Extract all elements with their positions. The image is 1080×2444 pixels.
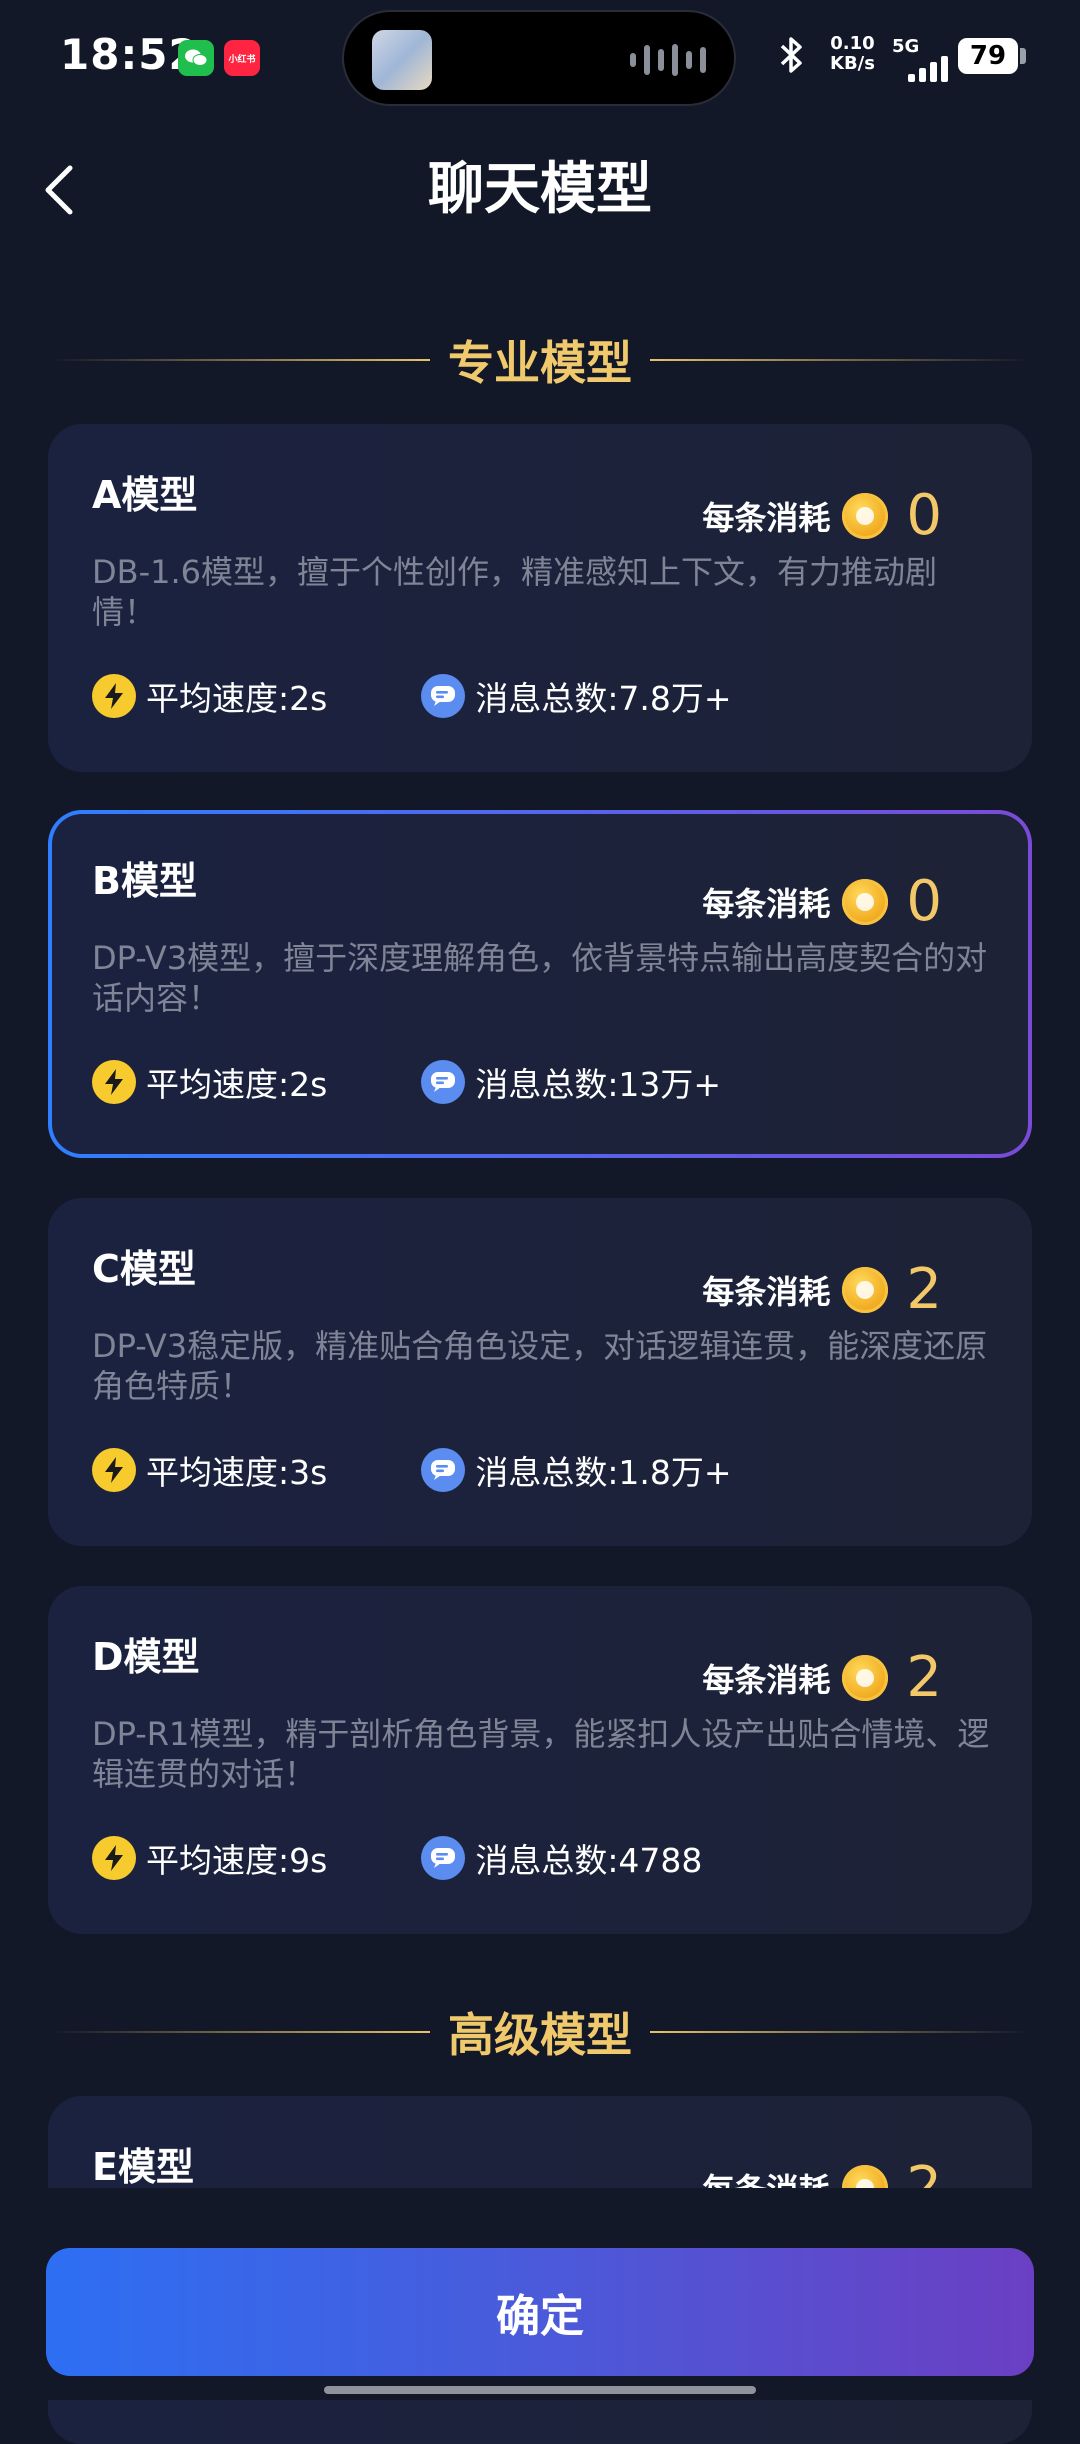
divider-line [50,359,430,361]
model-description: DP-V3模型，擅于深度理解角色，依背景特点输出高度契合的对话内容！ [92,939,988,1017]
model-card-a[interactable]: A模型 每条消耗 0 DB-1.6模型，擅于个性创作，精准感知上下文，有力推动剧… [48,424,1032,772]
model-name: A模型 [92,473,198,517]
status-bar: 18:52 小红书 0.10 KB/s 5G 79 [0,0,1080,120]
speed-stat: 平均速度:2s [92,672,327,720]
cost-info: 每条消耗 0 [702,874,942,930]
message-icon [421,674,466,718]
model-card-b[interactable]: B模型 每条消耗 0 DP-V3模型，擅于深度理解角色，依背景特点输出高度契合的… [48,810,1032,1158]
model-stats: 平均速度:2s 消息总数:7.8万+ [92,672,732,720]
audio-wave-icon [630,40,706,80]
dynamic-island[interactable] [342,10,736,106]
coin-icon [842,1655,889,1701]
model-card-c[interactable]: C模型 每条消耗 2 DP-V3稳定版，精准贴合角色设定，对话逻辑连贯，能深度还… [48,1198,1032,1546]
message-icon [421,1448,466,1492]
message-count-stat: 消息总数:13万+ [421,1058,721,1106]
message-count-stat: 消息总数:1.8万+ [421,1446,732,1494]
battery-tip [1020,48,1026,64]
section-header-advanced: 高级模型 [50,1992,1030,2072]
section-title: 专业模型 [448,336,632,390]
bluetooth-icon [778,36,806,83]
lightning-icon [92,1448,136,1492]
message-icon [421,1060,466,1104]
divider-line [50,2031,430,2033]
speed-label: 平均速度:2s [146,679,328,718]
cost-label: 每条消耗 [702,885,831,923]
model-stats: 平均速度:9s 消息总数:4788 [92,1834,702,1882]
coin-icon [842,1267,889,1313]
speed-stat: 平均速度:9s [92,1834,327,1882]
model-description: DB-1.6模型，擅于个性创作，精准感知上下文，有力推动剧情！ [92,553,938,631]
now-playing-thumbnail [372,30,432,90]
message-count-label: 消息总数:4788 [475,1841,703,1880]
model-stats: 平均速度:2s 消息总数:13万+ [92,1058,721,1106]
xiaohongshu-icon: 小红书 [224,40,260,76]
confirm-button[interactable]: 确定 [46,2248,1034,2376]
model-name: C模型 [92,1247,196,1291]
message-count-label: 消息总数:1.8万+ [475,1453,732,1492]
message-count-stat: 消息总数:4788 [421,1834,702,1882]
home-indicator[interactable] [324,2386,756,2394]
wechat-icon [178,40,214,76]
coin-icon [842,493,889,539]
speed-label: 平均速度:9s [146,1841,328,1880]
network-speed-value: 0.10 [830,33,875,54]
speed-stat: 平均速度:3s [92,1446,327,1494]
lightning-icon [92,1836,136,1880]
lightning-icon [92,674,136,718]
cost-value: 0 [906,869,942,934]
cost-label: 每条消耗 [702,1273,831,1311]
signal-icon [908,50,948,82]
model-name: B模型 [92,859,197,903]
cost-value: 2 [906,1257,942,1322]
speed-stat: 平均速度:2s [92,1058,327,1106]
lightning-icon [92,1060,136,1104]
divider-line [650,359,1030,361]
model-name: E模型 [92,2145,194,2189]
page-title: 聊天模型 [428,157,652,222]
cost-info: 每条消耗 0 [702,488,942,544]
cost-label: 每条消耗 [702,499,831,537]
model-card-d[interactable]: D模型 每条消耗 2 DP-R1模型，精于剖析角色背景，能紧扣人设产出贴合情境、… [48,1586,1032,1934]
message-icon [421,1836,466,1880]
cost-info: 每条消耗 2 [702,1650,942,1706]
cost-value: 0 [906,483,942,548]
speed-label: 平均速度:3s [146,1453,328,1492]
model-name: D模型 [92,1635,200,1679]
message-count-label: 消息总数:7.8万+ [475,679,732,718]
coin-icon [842,879,889,925]
network-speed: 0.10 KB/s [830,34,875,74]
section-header-professional: 专业模型 [50,320,1030,400]
speed-label: 平均速度:2s [146,1065,328,1104]
battery-icon: 79 [958,38,1018,74]
message-count-label: 消息总数:13万+ [475,1065,722,1104]
cost-info: 每条消耗 2 [702,1262,942,1318]
cost-label: 每条消耗 [702,1661,831,1699]
divider-line [650,2031,1030,2033]
cost-value: 2 [906,1645,942,1710]
model-description: DP-R1模型，精于剖析角色背景，能紧扣人设产出贴合情境、逻辑连贯的对话！ [92,1715,990,1793]
section-title: 高级模型 [448,2008,632,2062]
network-speed-unit: KB/s [830,53,875,74]
model-stats: 平均速度:3s 消息总数:1.8万+ [92,1446,732,1494]
model-description: DP-V3稳定版，精准贴合角色设定，对话逻辑连贯，能深度还原角色特质！ [92,1327,988,1405]
message-count-stat: 消息总数:7.8万+ [421,672,732,720]
